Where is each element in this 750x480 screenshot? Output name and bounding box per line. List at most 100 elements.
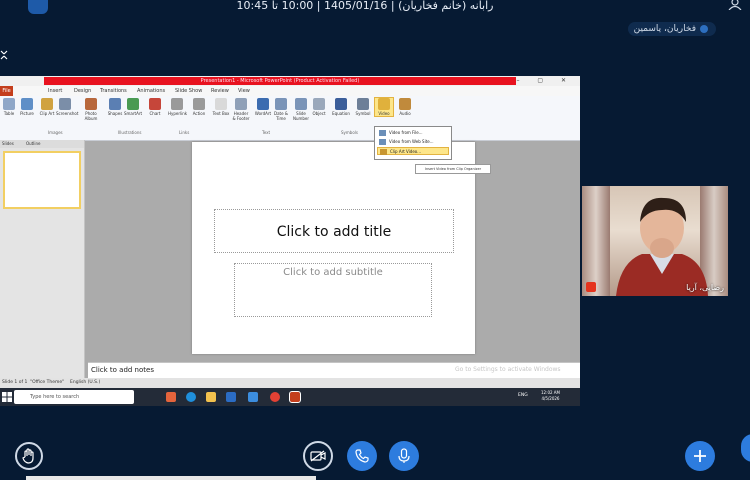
- fullscreen-icon[interactable]: [0, 50, 8, 60]
- ribbon-audio-button[interactable]: Audio: [396, 98, 414, 116]
- tab-design[interactable]: Design: [74, 86, 91, 96]
- ribbon-header-footer-button[interactable]: Header & Footer: [232, 98, 250, 121]
- ribbon-label: Header & Footer: [232, 111, 250, 121]
- ribbon-label: Equation: [332, 111, 350, 116]
- slides-pane: Slides Outline: [0, 140, 85, 406]
- recording-icon: [586, 282, 596, 292]
- table-icon: [3, 98, 15, 110]
- chrome-icon[interactable]: [270, 392, 280, 402]
- side-panel-toggle[interactable]: [741, 434, 750, 462]
- ribbon-hyperlink-button[interactable]: Hyperlink: [168, 98, 187, 116]
- equation-icon: [335, 98, 347, 110]
- tab-animations[interactable]: Animations: [137, 86, 165, 96]
- tab-transitions[interactable]: Transitions: [100, 86, 127, 96]
- taskbar-app-icon[interactable]: [166, 392, 176, 402]
- camera-off-icon: [310, 450, 326, 462]
- tab-outline[interactable]: Outline: [26, 140, 40, 148]
- windows-taskbar: Type here to search ENG 12:02 AM 4/5/202…: [0, 388, 580, 406]
- clip-art-video-item[interactable]: Clip Art Video...: [377, 147, 449, 155]
- window-controls-icon[interactable]: – ▢ ✕: [516, 76, 574, 86]
- ribbon-symbol-button[interactable]: Symbol: [354, 98, 372, 116]
- ribbon-clip-art-button[interactable]: Clip Art: [38, 98, 56, 116]
- windows-start-icon[interactable]: [2, 392, 12, 402]
- store-icon[interactable]: [226, 392, 236, 402]
- photo-album-icon: [85, 98, 97, 110]
- ribbon-wordart-button[interactable]: WordArt: [254, 98, 272, 116]
- video-dropdown-menu: Video from File... Video from Web Site..…: [374, 126, 452, 160]
- tab-slide-show[interactable]: Slide Show: [175, 86, 202, 96]
- status-language: English (U.S.): [70, 380, 101, 385]
- add-button[interactable]: [685, 441, 715, 471]
- ribbon-slide-number-button[interactable]: Slide Number: [292, 98, 310, 121]
- ribbon-label: Chart: [149, 111, 161, 116]
- session-title: رابانه (خانم فخاریان) | 1405/01/16 | 10:…: [236, 0, 494, 12]
- microphone-icon: [398, 448, 410, 463]
- ribbon-shapes-button[interactable]: Shapes: [106, 98, 124, 116]
- video-web-icon: [379, 139, 386, 145]
- ppt-status-bar: Slide 1 of 1 "Office Theme" English (U.S…: [0, 378, 580, 388]
- group-text: Text: [262, 130, 271, 135]
- slide-thumbnail[interactable]: [3, 151, 81, 209]
- ribbon-action-button[interactable]: Action: [190, 98, 208, 116]
- ribbon-text-box-button[interactable]: Text Box: [212, 98, 230, 116]
- shared-screen[interactable]: Presentation1 - Microsoft PowerPoint (Pr…: [0, 76, 580, 406]
- video-from-web-item[interactable]: Video from Web Site...: [377, 138, 449, 146]
- ribbon-screenshot-button[interactable]: Screenshot: [56, 98, 79, 116]
- date-time-icon: [275, 98, 287, 110]
- edge-icon[interactable]: [186, 392, 196, 402]
- ribbon-picture-button[interactable]: Picture: [18, 98, 36, 116]
- tab-view[interactable]: View: [238, 86, 250, 96]
- ribbon-label: Shapes: [107, 111, 123, 116]
- subtitle-placeholder[interactable]: Click to add subtitle: [234, 263, 432, 317]
- camera-toggle-button[interactable]: [303, 441, 333, 471]
- keyboard-language[interactable]: ENG: [518, 393, 528, 398]
- ribbon-video-button[interactable]: Video: [374, 97, 394, 117]
- clip-art-video-icon: [380, 149, 387, 155]
- ppt-ribbon-tabs: File Insert Design Transitions Animation…: [0, 86, 580, 96]
- file-explorer-icon[interactable]: [206, 392, 216, 402]
- ribbon-equation-button[interactable]: Equation: [332, 98, 350, 116]
- header-footer-icon: [235, 98, 247, 110]
- participant-webcam[interactable]: رضایی، آریا: [582, 186, 728, 296]
- group-links: Links: [179, 130, 190, 135]
- pane-tabs: Slides Outline: [0, 140, 84, 148]
- ppt-ribbon: Table Picture Clip Art Screenshot Photo Albu…: [0, 96, 580, 141]
- plus-icon: [694, 450, 706, 462]
- ribbon-label: Photo Album: [84, 111, 98, 121]
- chart-icon: [149, 98, 161, 110]
- app-logo-icon[interactable]: [28, 0, 48, 14]
- ribbon-table-button[interactable]: Table: [0, 98, 18, 116]
- user-icon[interactable]: [728, 0, 742, 10]
- audio-icon: [399, 98, 411, 110]
- ribbon-object-button[interactable]: Object: [310, 98, 328, 116]
- audio-call-button[interactable]: [347, 441, 377, 471]
- mail-icon[interactable]: [248, 392, 258, 402]
- microphone-button[interactable]: [389, 441, 419, 471]
- ribbon-smartart-button[interactable]: SmartArt: [124, 98, 142, 116]
- ribbon-label: Symbol: [355, 111, 371, 116]
- tab-slides[interactable]: Slides: [2, 140, 14, 148]
- ribbon-chart-button[interactable]: Chart: [146, 98, 164, 116]
- participant-name: رضایی، آریا: [686, 283, 724, 292]
- picture-icon: [21, 98, 33, 110]
- presenter-chip[interactable]: فخاریان، یاسمین: [627, 22, 716, 36]
- ribbon-label: Clip Art: [39, 111, 55, 116]
- raise-hand-button[interactable]: [15, 442, 43, 470]
- video-file-icon: [379, 130, 386, 136]
- ribbon-date-time-button[interactable]: Date & Time: [272, 98, 290, 121]
- ribbon-label: Screenshot: [56, 111, 79, 116]
- tab-insert[interactable]: Insert: [48, 86, 62, 96]
- clip-art-icon: [41, 98, 53, 110]
- tab-file[interactable]: File: [0, 86, 13, 96]
- video-from-file-item[interactable]: Video from File...: [377, 129, 449, 137]
- title-placeholder[interactable]: Click to add title: [214, 209, 454, 253]
- status-theme: "Office Theme": [30, 380, 65, 385]
- ribbon-photo-album-button[interactable]: Photo Album: [82, 98, 100, 121]
- taskbar-search-input[interactable]: Type here to search: [14, 390, 134, 404]
- powerpoint-icon[interactable]: [289, 391, 301, 403]
- clip-art-tooltip: Insert Video from Clip Organizer: [415, 164, 491, 174]
- ribbon-label: Video: [378, 111, 390, 116]
- tab-review[interactable]: Review: [211, 86, 229, 96]
- ribbon-label: Action: [192, 111, 206, 116]
- taskbar-clock[interactable]: 12:02 AM 4/5/2026: [541, 390, 560, 402]
